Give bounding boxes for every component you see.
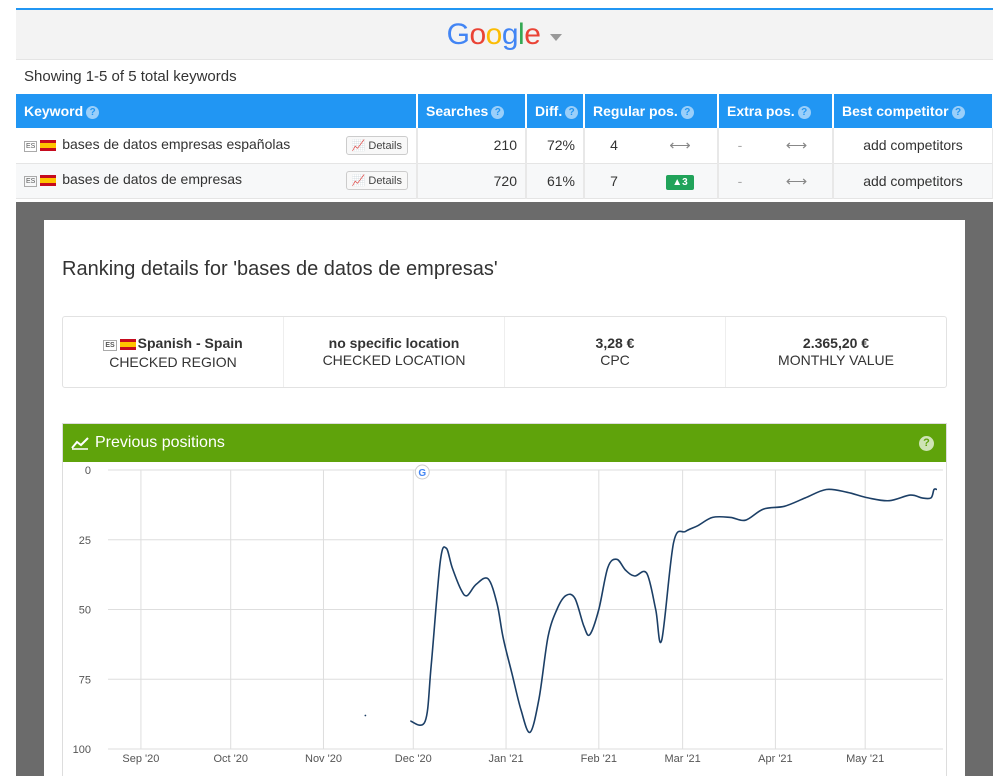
column-header-diff[interactable]: Diff.? [526,94,585,128]
add-competitors-link[interactable]: add competitors [833,128,993,164]
column-header-extra-pos[interactable]: Extra pos.? [718,94,834,128]
info-cpc: 3,28 € CPC [505,317,726,387]
help-icon[interactable]: ? [680,106,694,119]
keyword-panel: Google Showing 1-5 of 5 total keywords K… [16,8,993,776]
x-tick-label: Sep '20 [122,753,159,765]
previous-positions-panel: Previous positions ? 0 25 50 75 100 Sep '20 Oc… [62,423,947,776]
x-tick-label: Oct '20 [213,753,248,765]
help-icon[interactable]: ? [565,106,579,119]
country-code: ES [24,140,38,152]
details-button[interactable]: 📈 Details [345,171,408,190]
column-header-searches[interactable]: Searches? [417,94,527,128]
results-summary: Showing 1-5 of 5 total keywords [16,60,993,94]
info-region: ES Spanish - Spain CHECKED REGION [63,317,284,387]
x-tick-label: May '21 [846,753,884,765]
info-location: no specific location CHECKED LOCATION [284,317,505,387]
column-header-keyword[interactable]: Keyword? [16,94,418,128]
x-tick-label: Nov '20 [305,753,342,765]
chart-line-icon: 📈 [351,175,366,187]
no-change-icon: ⟷ [785,172,808,190]
y-tick-label: 50 [79,605,91,617]
keyword-text: bases de datos de empresas [62,171,243,187]
panel-header: Previous positions ? [63,424,946,462]
x-tick-label: Apr '21 [758,753,793,765]
help-icon[interactable]: ? [797,106,811,119]
position-value: 4 [610,137,618,154]
google-g-glyph: G [418,468,426,479]
spain-flag-icon [119,337,136,353]
keyword-text: bases de datos empresas españolas [62,135,291,152]
details-button[interactable]: 📈 Details [345,135,408,155]
info-monthly-value: 2.365,20 € MONTHLY VALUE [778,335,894,368]
keyword-cell: ES bases de datos empresas españolas 📈 D… [16,128,418,164]
keyword-cell: ES bases de datos de empresas 📈 Details [16,163,418,199]
table-row[interactable]: ES bases de datos de empresas 📈 Details … [16,163,993,199]
diff-cell: 72% [526,128,585,164]
add-competitors-link[interactable]: add competitors [833,163,993,199]
help-icon[interactable]: ? [919,435,934,451]
y-tick-label: 75 [79,674,91,686]
regular-pos-cell: 4 ⟷ [584,128,719,164]
x-tick-label: Mar '21 [664,753,700,765]
help-icon[interactable]: ? [951,106,965,119]
modal-overlay[interactable]: Ranking details for 'bases de datos de e… [16,202,993,776]
positions-chart: 0 25 50 75 100 Sep '20 Oct '20 Nov '20 Dec '20 Ja… [73,464,943,765]
panel-title: Previous positions [95,434,225,451]
modal-title: Ranking details for 'bases de datos de e… [62,258,498,280]
country-code: ES [103,340,117,351]
no-change-icon: ⟷ [669,137,691,155]
country-code: ES [24,176,38,187]
chart-line-icon: 📈 [351,139,366,152]
keyword-info-bar: ES Spanish - Spain CHECKED REGION no spec… [62,316,947,388]
google-logo: Google [446,17,541,51]
chevron-down-icon[interactable] [550,34,563,41]
x-tick-label: Dec '20 [395,753,432,765]
keywords-table: Keyword? Searches? Diff.? Regular pos.? … [16,94,993,199]
position-up-badge: ▲3 [666,174,694,190]
extra-position-value: - [737,172,743,189]
column-header-best-competitor[interactable]: Best competitor? [833,94,993,128]
help-icon[interactable]: ? [86,106,100,119]
y-tick-label: 100 [73,744,91,756]
spain-flag-icon [40,173,57,189]
extra-pos-cell: - ⟷ [718,128,834,164]
extra-position-value: - [737,137,743,154]
ranking-details-modal: Ranking details for 'bases de datos de e… [44,220,965,776]
searches-cell: 720 [417,163,527,199]
extra-pos-cell: - ⟷ [718,163,834,199]
spain-flag-icon [40,138,57,154]
x-tick-label: Jan '21 [488,753,523,765]
no-change-icon: ⟷ [785,137,808,155]
x-tick-label: Feb '21 [581,753,617,765]
diff-cell: 61% [526,163,585,199]
position-series-line [410,488,938,734]
position-value: 7 [610,172,618,189]
line-chart-icon [71,437,89,450]
regular-pos-cell: 7 ▲3 [584,163,719,199]
searches-cell: 210 [417,128,527,164]
y-tick-label: 0 [85,465,91,477]
help-icon[interactable]: ? [491,106,505,119]
data-point [364,714,367,717]
table-row[interactable]: ES bases de datos empresas españolas 📈 D… [16,128,993,164]
search-engine-selector[interactable]: Google [16,10,993,60]
column-header-regular-pos[interactable]: Regular pos.? [584,94,719,128]
y-tick-label: 25 [79,535,91,547]
